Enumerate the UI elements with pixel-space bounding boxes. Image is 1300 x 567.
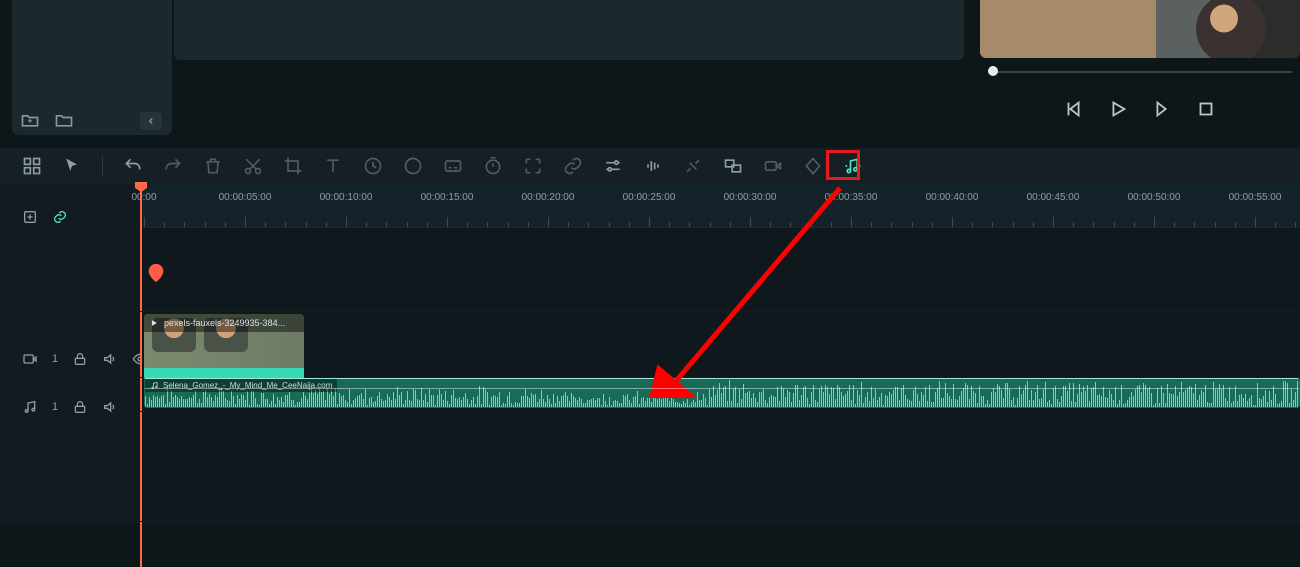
video-track-number: 1 <box>52 353 58 365</box>
text-icon[interactable] <box>323 156 343 176</box>
ruler-label: 00:00:25:00 <box>623 192 676 203</box>
video-clip-label: pexels-fauxels-3249935-384... <box>164 318 285 328</box>
subtitle-icon[interactable] <box>443 156 463 176</box>
expand-icon[interactable] <box>523 156 543 176</box>
audio-track-number: 1 <box>52 401 58 413</box>
play-button[interactable] <box>1107 98 1129 120</box>
beat-detection-button[interactable] <box>843 156 863 176</box>
crop-icon[interactable] <box>283 156 303 176</box>
ruler-label: 00:00:35:00 <box>825 192 878 203</box>
cut-icon[interactable] <box>243 156 263 176</box>
ruler-label: 00:00 <box>131 192 156 203</box>
timeline[interactable]: 00:0000:00:05:0000:00:10:0000:00:15:0000… <box>140 184 1300 524</box>
mute-icon[interactable] <box>102 399 118 415</box>
next-frame-button[interactable] <box>1151 98 1173 120</box>
timer-icon[interactable] <box>483 156 503 176</box>
link-icon[interactable] <box>563 156 583 176</box>
audio-lane[interactable]: Selena_Gomez_-_My_Mind_Me_CeeNaija.com <box>140 378 1300 412</box>
timeline-ruler[interactable]: 00:0000:00:05:0000:00:10:0000:00:15:0000… <box>140 184 1300 228</box>
open-folder-icon[interactable] <box>54 110 74 130</box>
video-track-header[interactable]: 1 <box>0 344 140 374</box>
ruler-label: 00:00:10:00 <box>320 192 373 203</box>
video-track-icon <box>22 351 38 367</box>
ruler-label: 00:00:15:00 <box>421 192 474 203</box>
ruler-label: 00:00:20:00 <box>522 192 575 203</box>
audio-track-icon <box>22 399 38 415</box>
delete-icon[interactable] <box>203 156 223 176</box>
pointer-icon[interactable] <box>62 156 82 176</box>
undo-icon[interactable] <box>123 156 143 176</box>
preview-panel <box>980 0 1300 120</box>
audio-clip[interactable]: Selena_Gomez_-_My_Mind_Me_CeeNaija.com <box>144 378 1300 408</box>
redo-icon[interactable] <box>163 156 183 176</box>
detach-icon[interactable] <box>683 156 703 176</box>
preview-progress-slider[interactable] <box>988 68 1292 76</box>
mute-icon[interactable] <box>102 351 118 367</box>
ruler-label: 00:00:45:00 <box>1027 192 1080 203</box>
timeline-toolbar <box>0 148 1300 184</box>
ruler-label: 00:00:55:00 <box>1229 192 1282 203</box>
ruler-label: 00:00:40:00 <box>926 192 979 203</box>
audio-adjust-icon[interactable] <box>643 156 663 176</box>
add-track-icon[interactable] <box>22 209 38 225</box>
stop-button[interactable] <box>1195 98 1217 120</box>
video-clip[interactable]: pexels-fauxels-3249935-384... <box>144 314 304 368</box>
record-icon[interactable] <box>763 156 783 176</box>
audio-track-header[interactable]: 1 <box>0 392 140 422</box>
spacer-lane <box>140 228 1300 312</box>
color-icon[interactable] <box>403 156 423 176</box>
group-icon[interactable] <box>723 156 743 176</box>
ruler-label: 00:00:30:00 <box>724 192 777 203</box>
timeline-track-headers: 1 1 <box>0 184 140 524</box>
speed-icon[interactable] <box>363 156 383 176</box>
adjust-icon[interactable] <box>603 156 623 176</box>
prev-frame-button[interactable] <box>1063 98 1085 120</box>
video-lane[interactable]: pexels-fauxels-3249935-384... <box>140 312 1300 378</box>
lock-icon[interactable] <box>72 399 88 415</box>
apps-icon[interactable] <box>22 156 42 176</box>
preview-viewport[interactable] <box>980 0 1300 58</box>
keyframe-icon[interactable] <box>803 156 823 176</box>
ruler-label: 00:00:05:00 <box>219 192 272 203</box>
empty-lane <box>140 412 1300 522</box>
media-panel-upper <box>174 0 964 60</box>
link-tracks-icon[interactable] <box>52 209 68 225</box>
new-folder-icon[interactable] <box>20 110 40 130</box>
ruler-label: 00:00:50:00 <box>1128 192 1181 203</box>
collapse-panel-button[interactable] <box>140 112 162 130</box>
toolbar-separator <box>102 156 103 176</box>
lock-icon[interactable] <box>72 351 88 367</box>
